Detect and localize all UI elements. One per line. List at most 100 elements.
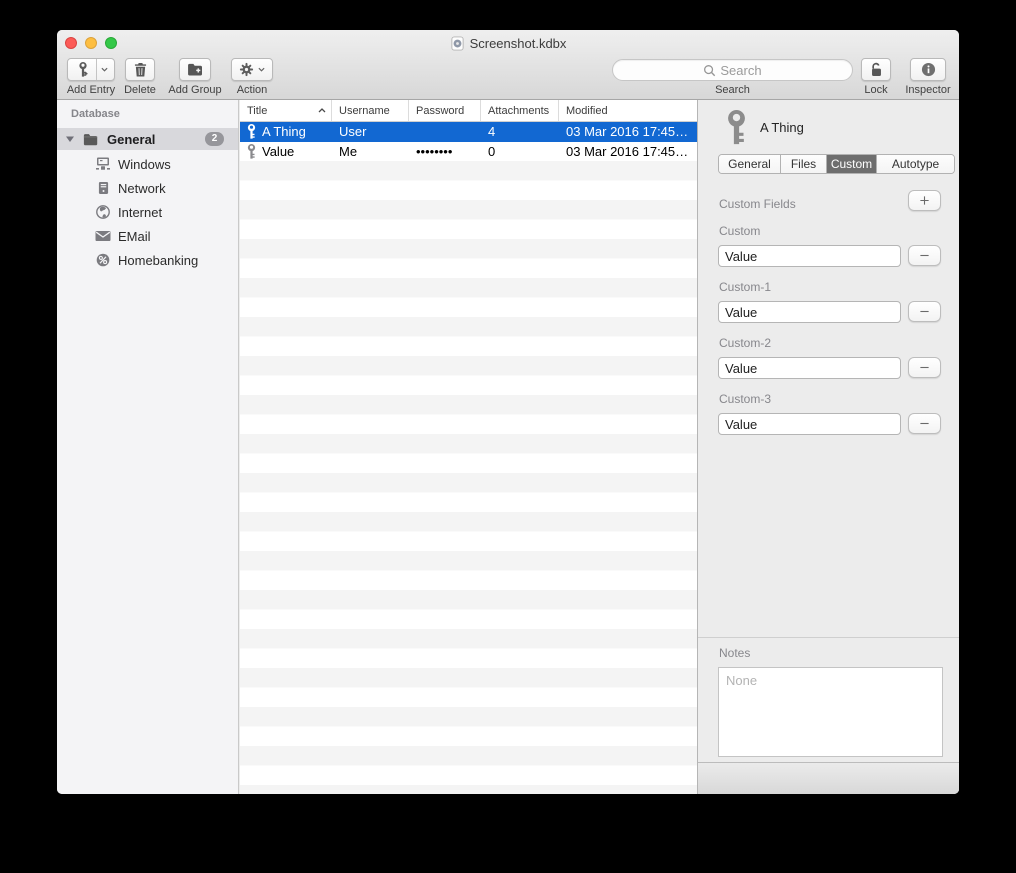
unlock-icon [870,62,883,77]
column-header-title[interactable]: Title [240,100,332,121]
remove-custom-field-button[interactable] [908,357,941,378]
action-label: Action [228,84,276,96]
entry-table: Title Username Password Attachments Modi… [240,100,697,794]
cell-password: •••••••• [409,144,481,159]
notes-divider [698,637,959,638]
sidebar-item-label: Internet [118,205,162,220]
custom-field-input[interactable] [718,357,901,379]
sidebar-item-label: Network [118,181,166,196]
inspector-bottom-bar [698,762,959,794]
tab-general[interactable]: General [719,155,781,173]
minus-icon [919,362,930,373]
percent-circle-icon [95,253,111,267]
info-icon [921,62,936,77]
notes-textarea[interactable] [718,667,943,757]
column-header-modified[interactable]: Modified [559,100,697,121]
cell-username: User [332,124,409,139]
lock-label: Lock [856,84,896,96]
search-item: Search Search [612,56,853,96]
envelope-icon [95,230,111,242]
tab-custom[interactable]: Custom [827,155,877,173]
inspector-panel: A Thing General Files Custom Autotype Cu… [697,100,959,794]
table-header: Title Username Password Attachments Modi… [240,100,697,122]
table-row[interactable]: A Thing User 4 03 Mar 2016 17:45… [240,122,697,142]
search-placeholder: Search [720,63,761,78]
windows-icon [95,157,111,171]
custom-field-group: Custom-2 [698,330,959,380]
sidebar-item-homebanking[interactable]: Homebanking [57,248,238,272]
custom-field-group: Custom-1 [698,274,959,324]
column-header-password[interactable]: Password [409,100,481,121]
add-entry-dropdown[interactable] [97,67,112,72]
sidebar-item-network[interactable]: Network [57,176,238,200]
plus-icon [919,195,930,206]
tab-files[interactable]: Files [781,155,827,173]
sidebar-group-label: General [107,132,205,147]
server-icon [95,181,111,195]
inspector-tabs: General Files Custom Autotype [718,154,955,174]
folder-icon [83,133,99,146]
sidebar-item-internet[interactable]: Internet [57,200,238,224]
lock-button[interactable] [861,58,891,81]
key-icon [247,144,256,159]
minus-icon [919,306,930,317]
table-row[interactable]: Value Me •••••••• 0 03 Mar 2016 17:45… [240,142,697,162]
inspector-item: Inspector [898,56,958,96]
trash-icon [134,62,147,77]
inspector-button[interactable] [910,58,946,81]
folder-plus-icon [187,63,204,76]
gear-icon [239,62,254,77]
add-group-label: Add Group [166,84,224,96]
add-custom-field-button[interactable] [908,190,941,211]
document-icon [450,36,465,51]
cell-title: A Thing [262,124,306,139]
tab-autotype[interactable]: Autotype [877,155,954,173]
add-group-item: Add Group [166,56,224,96]
custom-fields-label: Custom Fields [719,197,796,211]
column-header-username[interactable]: Username [332,100,409,121]
action-item: Action [228,56,276,96]
custom-field-input[interactable] [718,245,901,267]
cell-attachments: 4 [481,124,559,139]
remove-custom-field-button[interactable] [908,301,941,322]
lock-item: Lock [856,56,896,96]
key-icon [247,124,256,139]
custom-field-group: Custom-3 [698,386,959,436]
custom-field-label: Custom-3 [719,392,771,406]
chevron-down-icon [258,67,265,72]
disclosure-triangle-icon[interactable] [66,135,74,143]
action-button[interactable] [231,58,273,81]
delete-label: Delete [119,84,161,96]
sidebar-item-email[interactable]: EMail [57,224,238,248]
add-group-button[interactable] [179,58,211,81]
sidebar-item-windows[interactable]: Windows [57,152,238,176]
remove-custom-field-button[interactable] [908,245,941,266]
delete-button[interactable] [125,58,155,81]
delete-item: Delete [119,56,161,96]
app-window: Screenshot.kdbx Add Entry [57,30,959,794]
custom-field-label: Custom-2 [719,336,771,350]
globe-icon [95,205,111,219]
key-plus-icon [77,62,89,77]
window-title: Screenshot.kdbx [470,36,567,51]
sidebar-item-label: Homebanking [118,253,198,268]
custom-field-input[interactable] [718,301,901,323]
add-entry-button[interactable] [67,58,115,81]
titlebar[interactable]: Screenshot.kdbx [57,30,959,56]
sidebar: Database General 2 Windows [57,100,239,794]
cell-attachments: 0 [481,144,559,159]
toolbar: Add Entry Delete [57,56,959,100]
cell-title: Value [262,144,294,159]
window-title-area: Screenshot.kdbx [57,30,959,56]
custom-field-label: Custom-1 [719,280,771,294]
desktop: Screenshot.kdbx Add Entry [0,0,1016,873]
cell-modified: 03 Mar 2016 17:45… [559,144,697,159]
column-header-attachments[interactable]: Attachments [481,100,559,121]
search-input[interactable]: Search [612,59,853,81]
search-label: Search [612,84,853,96]
remove-custom-field-button[interactable] [908,413,941,434]
custom-field-input[interactable] [718,413,901,435]
sidebar-group-general[interactable]: General 2 [57,128,238,150]
minus-icon [919,418,930,429]
empty-rows-area [240,161,697,794]
